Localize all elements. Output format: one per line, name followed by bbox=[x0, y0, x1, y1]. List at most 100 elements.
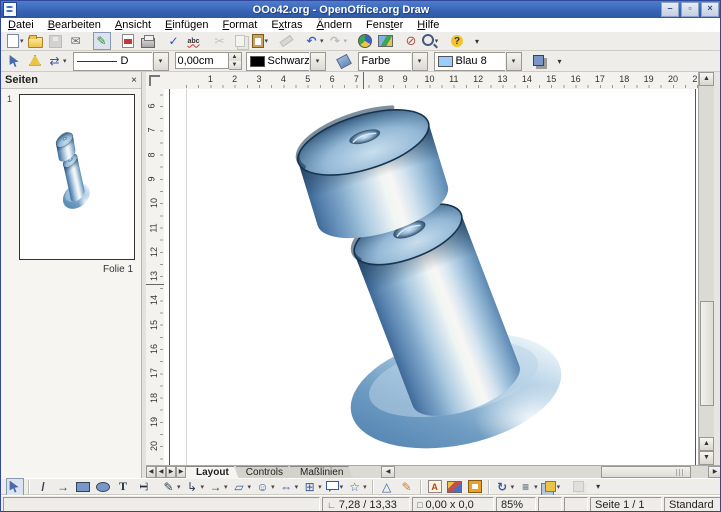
vertical-ruler[interactable]: 67891011121314151617181920 bbox=[146, 89, 165, 465]
menu-datei[interactable]: Datei bbox=[1, 18, 41, 32]
curve-button[interactable]: ✎▾ bbox=[160, 478, 182, 496]
dropdown-arrow-icon[interactable]: ▾ bbox=[201, 483, 205, 491]
autospellcheck-button[interactable]: abc bbox=[185, 32, 203, 50]
page-style-field[interactable]: Standard bbox=[664, 497, 721, 512]
save-button[interactable] bbox=[47, 32, 65, 50]
menu-extras[interactable]: Extras bbox=[264, 18, 309, 32]
dropdown-arrow-icon[interactable]: ▾ bbox=[340, 483, 344, 491]
vertical-text-button[interactable]: T bbox=[134, 478, 152, 496]
dropdown-arrow-icon[interactable]: ▾ bbox=[248, 483, 252, 491]
drawing-canvas[interactable] bbox=[164, 89, 698, 465]
select-button[interactable] bbox=[6, 478, 24, 496]
arrange-button[interactable]: ▾ bbox=[541, 478, 562, 496]
line-width-input[interactable] bbox=[175, 52, 229, 69]
dropdown-arrow-icon[interactable]: ▾ bbox=[320, 37, 324, 45]
zoom-field[interactable]: 85% bbox=[496, 497, 536, 512]
line-color-dropdown[interactable]: ▾ bbox=[310, 52, 326, 71]
object-size-field[interactable]: □ 0,00 x 0,0 bbox=[412, 497, 494, 512]
paste-button[interactable]: ▾ bbox=[251, 32, 270, 50]
gallery-button[interactable] bbox=[466, 478, 484, 496]
arrow-button[interactable]: → bbox=[54, 478, 72, 496]
last-page-button[interactable]: ▶ bbox=[176, 466, 186, 478]
symbol-shapes-button[interactable]: ☺▾ bbox=[254, 478, 276, 496]
line-button[interactable]: / bbox=[34, 478, 52, 496]
menu-einfgen[interactable]: Einfügen bbox=[158, 18, 215, 32]
dropdown-arrow-icon[interactable]: ▾ bbox=[295, 483, 299, 491]
fill-color-combo[interactable]: Blau 8 bbox=[434, 52, 505, 71]
print-button[interactable] bbox=[139, 32, 157, 50]
text-button[interactable]: T bbox=[114, 478, 132, 496]
dropdown-arrow-icon[interactable]: ▾ bbox=[318, 483, 322, 491]
spin-up-icon[interactable]: ▲ bbox=[229, 53, 241, 61]
title-bar[interactable]: OOo42.org - OpenOffice.org Draw – ▫ × bbox=[1, 1, 721, 18]
export-as-pdf-button[interactable] bbox=[119, 32, 137, 50]
zoom-button[interactable]: ▾ bbox=[422, 32, 440, 50]
glue-points-button[interactable]: ✎ bbox=[398, 478, 416, 496]
horizontal-ruler[interactable]: 123456789101112131415161718192021 bbox=[164, 72, 698, 90]
toolbar-options-button[interactable]: ▾ bbox=[468, 32, 486, 50]
vertical-scrollbar-thumb[interactable] bbox=[700, 301, 714, 406]
edit-points-button[interactable]: △ bbox=[378, 478, 396, 496]
page-thumbnail[interactable] bbox=[19, 94, 135, 260]
undo-button[interactable]: ↶▾ bbox=[303, 32, 325, 50]
open-button[interactable] bbox=[27, 32, 45, 50]
line-color-combo[interactable]: Schwarz bbox=[246, 52, 309, 71]
horizontal-scrollbar-thumb[interactable] bbox=[601, 466, 691, 478]
spin-down-icon[interactable]: ▼ bbox=[229, 61, 241, 69]
copy-button[interactable] bbox=[231, 32, 249, 50]
toolbar-options-button[interactable]: ▾ bbox=[551, 52, 569, 70]
menu-format[interactable]: Format bbox=[215, 18, 264, 32]
menu-ansicht[interactable]: Ansicht bbox=[108, 18, 158, 32]
dropdown-arrow-icon[interactable]: ▾ bbox=[20, 37, 24, 45]
dropdown-arrow-icon[interactable]: ▾ bbox=[363, 483, 367, 491]
cursor-position-field[interactable]: ∟ 7,28 / 13,33 bbox=[322, 497, 410, 512]
next-page-button[interactable]: ▶ bbox=[166, 466, 176, 478]
dropdown-arrow-icon[interactable]: ▾ bbox=[344, 37, 348, 45]
fill-type-dropdown[interactable]: ▾ bbox=[412, 52, 428, 71]
line-dialog-button[interactable] bbox=[26, 52, 44, 70]
chart-button[interactable] bbox=[356, 32, 374, 50]
shadow-button[interactable] bbox=[531, 52, 549, 70]
navigator-button[interactable]: ⊘ bbox=[402, 32, 420, 50]
insert-picture-button[interactable] bbox=[446, 478, 464, 496]
panel-close-icon[interactable]: × bbox=[131, 75, 137, 86]
rectangle-button[interactable] bbox=[74, 478, 92, 496]
close-button[interactable]: × bbox=[701, 2, 719, 17]
rotate-button[interactable]: ↻▾ bbox=[494, 478, 516, 496]
flowchart-button[interactable]: ⊞▾ bbox=[301, 478, 323, 496]
line-width-spinner[interactable]: ▲▼ bbox=[175, 52, 242, 70]
spellcheck-button[interactable]: ✓ bbox=[165, 32, 183, 50]
arrow-style-button[interactable]: ⇄▾ bbox=[46, 52, 68, 70]
scroll-down-icon[interactable]: ▼ bbox=[699, 451, 714, 465]
dropdown-arrow-icon[interactable]: ▾ bbox=[265, 37, 269, 45]
lines-and-arrows-button[interactable]: →▾ bbox=[207, 478, 229, 496]
cut-button[interactable]: ✂ bbox=[211, 32, 229, 50]
dropdown-arrow-icon[interactable]: ▾ bbox=[534, 483, 538, 491]
menu-fenster[interactable]: Fenster bbox=[359, 18, 410, 32]
edit-file-button[interactable]: ✎ bbox=[93, 32, 111, 50]
fill-type-combo[interactable]: Farbe bbox=[358, 52, 411, 71]
previous-page-button[interactable]: ◀ bbox=[156, 466, 166, 478]
dropdown-arrow-icon[interactable]: ▾ bbox=[271, 483, 275, 491]
dropdown-arrow-icon[interactable]: ▾ bbox=[557, 483, 561, 491]
block-arrows-button[interactable]: ⇔▾ bbox=[278, 478, 300, 496]
connector-button[interactable]: ↳▾ bbox=[184, 478, 206, 496]
gallery-button[interactable] bbox=[376, 32, 394, 50]
dropdown-arrow-icon[interactable]: ▾ bbox=[177, 483, 181, 491]
tab-layout[interactable]: Layout bbox=[186, 466, 239, 479]
dropdown-arrow-icon[interactable]: ▾ bbox=[224, 483, 228, 491]
toolbar-options-button[interactable]: ▾ bbox=[589, 478, 607, 496]
scroll-up-icon[interactable]: ▲ bbox=[699, 72, 714, 86]
document-as-email-button[interactable]: ✉ bbox=[67, 32, 85, 50]
stars-button[interactable]: ☆▾ bbox=[346, 478, 368, 496]
fill-dialog-button[interactable] bbox=[335, 52, 353, 70]
maximize-button[interactable]: ▫ bbox=[681, 2, 699, 17]
alignment-button[interactable]: ≡▾ bbox=[517, 478, 539, 496]
help-button[interactable]: ? bbox=[448, 32, 466, 50]
menu-hilfe[interactable]: Hilfe bbox=[410, 18, 446, 32]
scroll-left-icon[interactable]: ◀ bbox=[381, 466, 395, 478]
page-count-field[interactable]: Seite 1 / 1 bbox=[590, 497, 662, 512]
scroll-right-icon[interactable]: ▶ bbox=[708, 466, 721, 478]
menu-bearbeiten[interactable]: Bearbeiten bbox=[41, 18, 108, 32]
dropdown-arrow-icon[interactable]: ▾ bbox=[511, 483, 515, 491]
